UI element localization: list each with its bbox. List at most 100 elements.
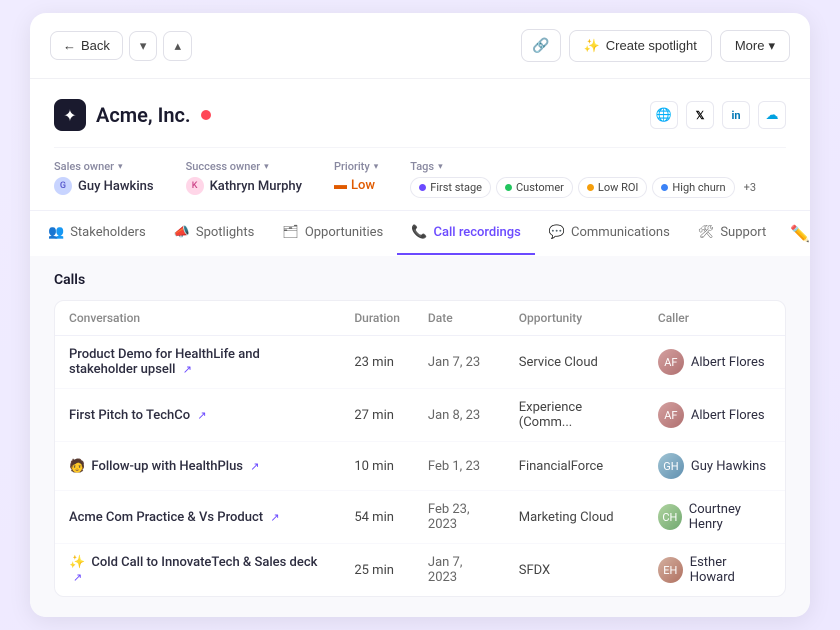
date-cell: Jan 7, 2023: [414, 544, 505, 597]
row-emoji: ✨: [69, 555, 85, 570]
conversation-cell: Acme Com Practice & Vs Product ↗: [55, 491, 340, 544]
call-link-icon[interactable]: ↗: [270, 511, 279, 524]
chevron-down-icon: ▾: [118, 162, 123, 172]
duration-cell: 10 min: [340, 442, 414, 491]
caller-avatar: GH: [658, 453, 684, 479]
spotlight-icon: ✨: [584, 38, 600, 54]
tab-support[interactable]: 🛠 Support: [684, 212, 780, 255]
globe-icon[interactable]: 🌐: [650, 101, 678, 129]
call-link-icon[interactable]: ↗: [250, 460, 259, 473]
linkedin-icon[interactable]: in: [722, 101, 750, 129]
col-header-caller: Caller: [644, 301, 785, 336]
success-owner-avatar: K: [186, 177, 204, 195]
col-header-conversation: Conversation: [55, 301, 340, 336]
success-owner-field: Success owner ▾ K Kathryn Murphy: [186, 160, 302, 195]
table-row[interactable]: First Pitch to TechCo ↗ 27 min Jan 8, 23…: [55, 389, 785, 442]
table-row[interactable]: Product Demo for HealthLife and stakehol…: [55, 336, 785, 389]
company-icon: ✦: [54, 99, 86, 131]
tab-stakeholders[interactable]: 👥 Stakeholders: [34, 212, 160, 255]
tag-customer: Customer: [496, 177, 573, 198]
sales-owner-label[interactable]: Sales owner ▾: [54, 160, 154, 173]
tab-spotlights[interactable]: 📣 Spotlights: [160, 212, 269, 255]
table-row[interactable]: ✨ Cold Call to InnovateTech & Sales deck…: [55, 544, 785, 597]
company-logo-icon: ✦: [63, 106, 76, 125]
opportunity-cell: Experience (Comm...: [505, 389, 644, 442]
priority-icon: ▬: [334, 177, 347, 193]
main-card: ← Back ▾ ▴ 🔗 ✨ Create spotlight More ▾: [30, 13, 810, 617]
row-emoji: 🧑: [69, 459, 85, 474]
call-link-icon[interactable]: ↗: [73, 571, 82, 584]
calls-table-container: Conversation Duration Date Opportunity C…: [54, 300, 786, 597]
back-button[interactable]: ← Back: [50, 31, 123, 60]
date-cell: Feb 23, 2023: [414, 491, 505, 544]
company-name: Acme, Inc.: [96, 103, 191, 127]
sales-owner-value: G Guy Hawkins: [54, 177, 154, 195]
back-label: Back: [81, 38, 110, 53]
link-button[interactable]: 🔗: [521, 29, 560, 62]
twitter-icon[interactable]: 𝕏: [686, 101, 714, 129]
nav-up-button[interactable]: ▴: [163, 31, 192, 61]
date-cell: Jan 8, 23: [414, 389, 505, 442]
conversation-cell: First Pitch to TechCo ↗: [55, 389, 340, 442]
tag-first-stage: First stage: [410, 177, 491, 198]
caller-avatar: CH: [658, 504, 682, 530]
duration-cell: 54 min: [340, 491, 414, 544]
tag-dot: [505, 184, 512, 191]
col-header-opportunity: Opportunity: [505, 301, 644, 336]
calls-table: Conversation Duration Date Opportunity C…: [55, 301, 785, 596]
call-link-icon[interactable]: ↗: [183, 363, 192, 376]
create-spotlight-button[interactable]: ✨ Create spotlight: [569, 30, 712, 62]
content-area: Calls Conversation Duration Date Opportu…: [30, 256, 810, 617]
company-name-group: ✦ Acme, Inc.: [54, 99, 211, 131]
call-link-icon[interactable]: ↗: [197, 409, 206, 422]
sales-owner-avatar: G: [54, 177, 72, 195]
conversation-cell: Product Demo for HealthLife and stakehol…: [55, 336, 340, 389]
spotlights-icon: 📣: [174, 225, 190, 240]
priority-field: Priority ▾ ▬ Low: [334, 160, 378, 193]
tabs: 👥 Stakeholders 📣 Spotlights 🗂 Opportunit…: [30, 210, 810, 256]
success-owner-value: K Kathryn Murphy: [186, 177, 302, 195]
conversation-cell: ✨ Cold Call to InnovateTech & Sales deck…: [55, 544, 340, 597]
caller-avatar: EH: [658, 557, 683, 583]
toolbar: ← Back ▾ ▴ 🔗 ✨ Create spotlight More ▾: [30, 13, 810, 79]
col-header-duration: Duration: [340, 301, 414, 336]
tags-more-count: +3: [740, 178, 760, 197]
opportunity-cell: Service Cloud: [505, 336, 644, 389]
caller-avatar: AF: [658, 349, 684, 375]
tags-label[interactable]: Tags ▾: [410, 160, 760, 173]
opportunity-cell: Marketing Cloud: [505, 491, 644, 544]
tag-high-churn: High churn: [652, 177, 734, 198]
tab-call-recordings[interactable]: 📞 Call recordings: [397, 212, 535, 255]
opportunities-icon: 🗂: [282, 225, 299, 240]
more-button[interactable]: More ▾: [720, 30, 790, 62]
nav-down-button[interactable]: ▾: [129, 31, 158, 61]
chevron-down-icon: ▾: [264, 162, 269, 172]
table-row[interactable]: 🧑 Follow-up with HealthPlus ↗ 10 min Feb…: [55, 442, 785, 491]
tags-field: Tags ▾ First stage Customer Low ROI: [410, 160, 760, 198]
sales-owner-field: Sales owner ▾ G Guy Hawkins: [54, 160, 154, 195]
tag-low-roi: Low ROI: [578, 177, 648, 198]
tab-settings-icon[interactable]: ✏️: [780, 211, 810, 256]
duration-cell: 23 min: [340, 336, 414, 389]
priority-value: ▬ Low: [334, 177, 378, 193]
col-header-date: Date: [414, 301, 505, 336]
caller-cell: GH Guy Hawkins: [644, 442, 785, 491]
salesforce-icon[interactable]: ☁: [758, 101, 786, 129]
date-cell: Feb 1, 23: [414, 442, 505, 491]
tab-opportunities[interactable]: 🗂 Opportunities: [268, 212, 397, 255]
company-row: ✦ Acme, Inc. 🌐 𝕏 in ☁: [54, 99, 786, 131]
caller-avatar: AF: [658, 402, 684, 428]
priority-label[interactable]: Priority ▾: [334, 160, 378, 173]
chevron-down-icon: ▾: [374, 162, 379, 172]
table-row[interactable]: Acme Com Practice & Vs Product ↗ 54 min …: [55, 491, 785, 544]
caller-cell: AF Albert Flores: [644, 389, 785, 442]
link-icon: 🔗: [532, 37, 549, 53]
conversation-cell: 🧑 Follow-up with HealthPlus ↗: [55, 442, 340, 491]
social-icons: 🌐 𝕏 in ☁: [650, 101, 786, 129]
success-owner-label[interactable]: Success owner ▾: [186, 160, 302, 173]
tab-communications[interactable]: 💬 Communications: [535, 212, 684, 255]
toolbar-left: ← Back ▾ ▴: [50, 31, 192, 61]
call-recordings-icon: 📞: [411, 225, 427, 240]
tags-container: First stage Customer Low ROI High churn: [410, 177, 760, 198]
chevron-down-icon: ▾: [768, 38, 775, 54]
